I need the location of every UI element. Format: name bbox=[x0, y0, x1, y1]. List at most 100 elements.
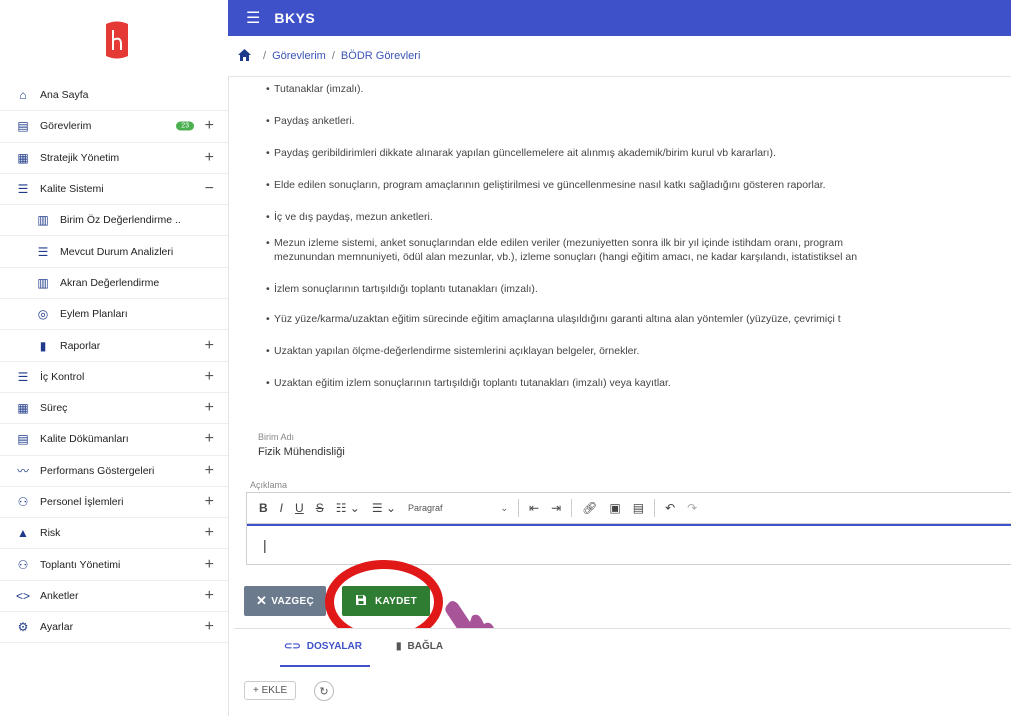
sidebar-item-2[interactable]: ▦ Stratejik Yönetim + bbox=[0, 143, 228, 174]
sidebar-item-15[interactable]: ⚇ Toplantı Yönetimi + bbox=[0, 549, 228, 581]
breadcrumb-item-bodr-tasks[interactable]: BÖDR Görevleri bbox=[341, 50, 420, 62]
sidebar-item-label: Ayarlar bbox=[40, 621, 74, 634]
outdent-icon[interactable]: ⇤ bbox=[529, 501, 539, 515]
redo-icon[interactable]: ↷ bbox=[687, 501, 697, 515]
clipboard-icon: ▥ bbox=[37, 213, 49, 228]
add-file-button[interactable]: + EKLE bbox=[244, 681, 297, 700]
sidebar-item-label: Eylem Planları bbox=[60, 308, 128, 321]
list-item: İç ve dış paydaş, mezun anketleri. bbox=[246, 210, 1011, 224]
sidebar-item-8[interactable]: ▮ Raporlar + bbox=[0, 330, 228, 362]
breadcrumb: / Görevlerim / BÖDR Görevleri bbox=[228, 36, 1011, 77]
collapse-icon[interactable]: − bbox=[205, 181, 214, 197]
attachments-panel: ⊂⊃ DOSYALAR ▮ BAĞLA + EKLE ↻ bbox=[234, 628, 1011, 717]
sidebar-item-7[interactable]: ◎ Eylem Planları bbox=[0, 299, 228, 331]
sidebar-item-10[interactable]: ▦ Süreç + bbox=[0, 393, 228, 425]
expand-icon[interactable]: + bbox=[205, 619, 214, 635]
sidebar-item-9[interactable]: ☰ İç Kontrol + bbox=[0, 362, 228, 393]
bookmark-icon: ▮ bbox=[396, 641, 402, 652]
sidebar-item-label: Mevcut Durum Analizleri bbox=[60, 245, 174, 258]
meeting-icon: ⚇ bbox=[17, 557, 29, 572]
expand-icon[interactable]: + bbox=[205, 400, 214, 416]
sidebar-item-label: Kalite Sistemi bbox=[40, 183, 104, 196]
numbered-list-icon[interactable]: ☰ ⌄ bbox=[372, 501, 396, 515]
sidebar-item-label: İç Kontrol bbox=[40, 370, 85, 383]
evidence-list: Tutanaklar (imzalı). Paydaş anketleri. Pay… bbox=[246, 82, 1011, 390]
expand-icon[interactable]: + bbox=[205, 525, 214, 541]
sidebar-item-0[interactable]: ⌂ Ana Sayfa bbox=[0, 80, 228, 112]
sidebar-item-label: Performans Göstergeleri bbox=[40, 464, 155, 477]
clipboard-icon: ▥ bbox=[37, 275, 49, 290]
image-icon[interactable]: ▣ bbox=[609, 501, 620, 515]
app-title: BKYS bbox=[274, 10, 316, 26]
sidebar-item-16[interactable]: <> Anketler + bbox=[0, 581, 228, 613]
book-icon: ▮ bbox=[39, 338, 47, 353]
expand-icon[interactable]: + bbox=[205, 462, 214, 479]
list-item: Paydaş anketleri. bbox=[246, 114, 1011, 128]
sidebar-item-3[interactable]: ☰ Kalite Sistemi − bbox=[0, 174, 228, 206]
refresh-icon[interactable]: ↻ bbox=[314, 681, 334, 701]
link-icon[interactable]: 🔗︎ bbox=[582, 501, 597, 515]
strikethrough-button[interactable]: S bbox=[316, 501, 324, 515]
expand-icon[interactable]: + bbox=[205, 368, 214, 385]
warning-icon: ▲ bbox=[17, 526, 29, 541]
tab-files[interactable]: ⊂⊃ DOSYALAR bbox=[284, 641, 362, 652]
sidebar-item-label: Personel İşlemleri bbox=[40, 496, 124, 508]
tab-links[interactable]: ▮ BAĞLA bbox=[396, 641, 443, 652]
chart-line-icon: 〰 bbox=[16, 464, 29, 479]
main-content: Tutanaklar (imzalı). Paydaş anketleri. Pay… bbox=[246, 78, 1011, 618]
top-bar: ☰ BKYS bbox=[228, 0, 1011, 36]
expand-icon[interactable]: + bbox=[205, 337, 214, 354]
underline-button[interactable]: U bbox=[295, 501, 304, 515]
sidebar-item-13[interactable]: ⚇ Personel İşlemleri + bbox=[0, 487, 228, 519]
list-icon: ☰ bbox=[17, 182, 29, 197]
code-icon: <> bbox=[16, 588, 31, 603]
list-item: İzlem sonuçlarının tartışıldığı toplantı… bbox=[246, 282, 1011, 296]
breadcrumb-item-tasks[interactable]: Görevlerim bbox=[272, 50, 326, 62]
sidebar-item-label: Ana Sayfa bbox=[40, 89, 89, 102]
indent-icon[interactable]: ⇥ bbox=[551, 501, 561, 515]
sidebar-nav: ⌂ Ana Sayfa ▤ Görevlerim 23 + ▦ Stratejik Yönet… bbox=[0, 80, 228, 644]
list-item: Paydaş geribildirimleri dikkate alınarak… bbox=[246, 146, 1011, 160]
unit-value: Fizik Mühendisliği bbox=[258, 446, 345, 458]
link-icon: ⊂⊃ bbox=[284, 641, 301, 652]
sidebar-item-label: Raporlar bbox=[60, 339, 101, 352]
home-icon[interactable] bbox=[238, 48, 251, 64]
expand-icon[interactable]: + bbox=[205, 587, 214, 604]
sidebar-item-label: Anketler bbox=[40, 589, 79, 602]
expand-icon[interactable]: + bbox=[205, 556, 214, 573]
bold-button[interactable]: B bbox=[259, 501, 268, 515]
sidebar-item-label: Akran Değerlendirme bbox=[60, 276, 160, 289]
sidebar-item-4[interactable]: ▥ Birim Öz Değerlendirme .. bbox=[0, 205, 228, 237]
expand-icon[interactable]: + bbox=[205, 118, 214, 134]
expand-icon[interactable]: + bbox=[205, 431, 214, 447]
paragraph-select[interactable]: Paragraf ⌄ bbox=[408, 503, 508, 514]
media-icon[interactable]: ▤ bbox=[633, 501, 644, 515]
description-label: Açıklama bbox=[250, 480, 288, 490]
sidebar-item-14[interactable]: ▲ Risk + bbox=[0, 518, 228, 550]
sidebar-item-label: Risk bbox=[40, 527, 61, 540]
bullet-list-icon[interactable]: ☷ ⌄ bbox=[336, 501, 360, 515]
list-item: Elde edilen sonuçların, program amaçları… bbox=[246, 178, 1011, 192]
sidebar-item-5[interactable]: ☰ Mevcut Durum Analizleri bbox=[0, 236, 228, 268]
sidebar-item-1[interactable]: ▤ Görevlerim 23 + bbox=[0, 111, 228, 143]
sidebar-item-6[interactable]: ▥ Akran Değerlendirme bbox=[0, 268, 228, 300]
expand-icon[interactable]: + bbox=[205, 494, 214, 510]
list-item: Mezun izleme sistemi, anket sonuçlarında… bbox=[246, 236, 1011, 264]
check-circle-icon: ◎ bbox=[37, 307, 49, 322]
hamburger-menu-icon[interactable]: ☰ bbox=[246, 8, 260, 28]
sidebar-item-11[interactable]: ▤ Kalite Dökümanları + bbox=[0, 424, 228, 456]
sidebar-item-label: Süreç bbox=[40, 402, 68, 415]
close-icon: ✕ bbox=[256, 593, 268, 608]
university-logo[interactable] bbox=[78, 6, 156, 74]
sidebar: ⌂ Ana Sayfa ▤ Görevlerim 23 + ▦ Stratejik Yönet… bbox=[0, 0, 229, 716]
document-icon: ▤ bbox=[17, 432, 29, 447]
cancel-button[interactable]: ✕ VAZGEÇ bbox=[244, 586, 326, 616]
editor-input[interactable]: | bbox=[247, 524, 1011, 564]
undo-icon[interactable]: ↶ bbox=[665, 501, 675, 515]
sidebar-item-12[interactable]: 〰 Performans Göstergeleri + bbox=[0, 456, 228, 487]
expand-icon[interactable]: + bbox=[205, 149, 214, 166]
unit-label: Birim Adı bbox=[258, 432, 295, 442]
sidebar-item-17[interactable]: ⚙ Ayarlar + bbox=[0, 612, 228, 644]
people-icon: ⚇ bbox=[17, 495, 29, 509]
italic-button[interactable]: I bbox=[280, 501, 283, 515]
